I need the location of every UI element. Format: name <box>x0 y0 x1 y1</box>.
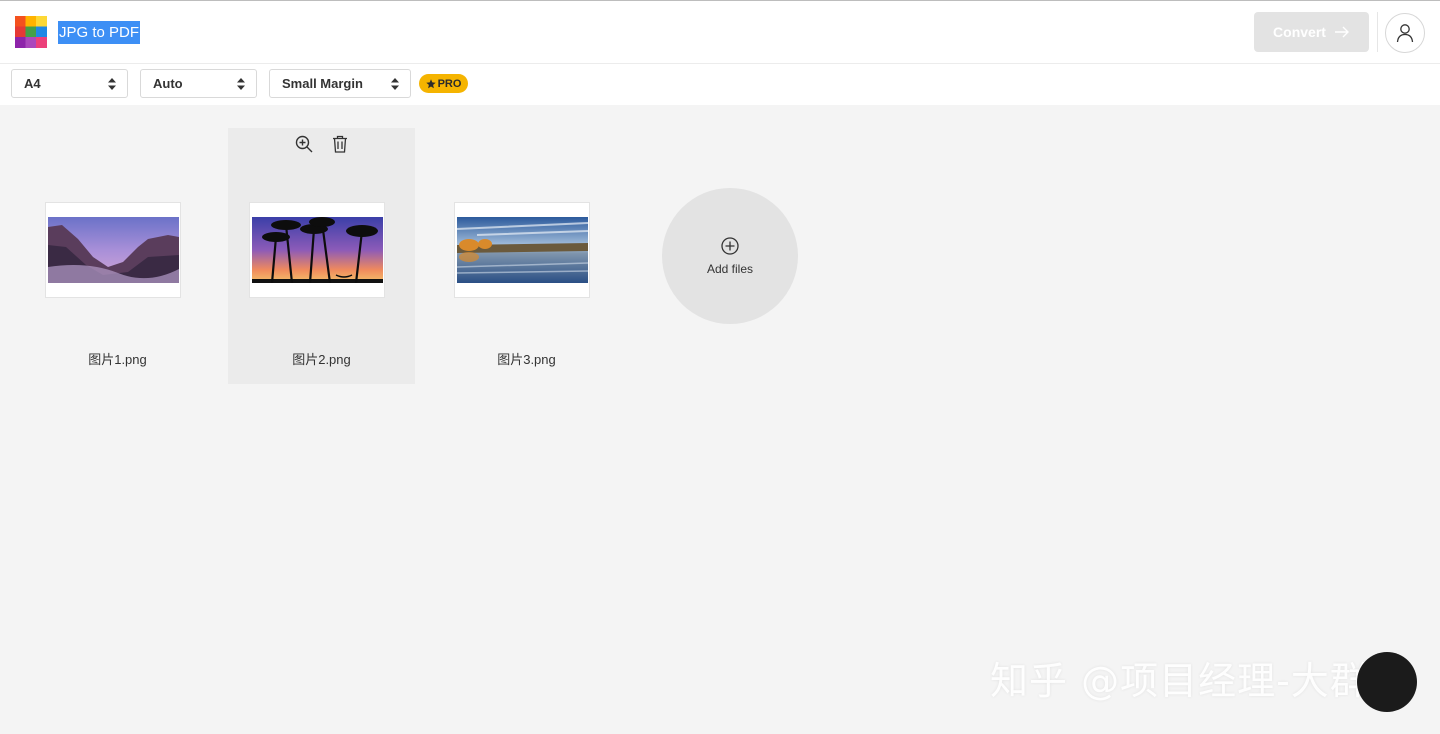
file-card[interactable]: 图片1.png <box>24 128 211 384</box>
file-card[interactable]: 图片3.png <box>433 128 620 384</box>
file-thumbnail-frame <box>249 202 385 298</box>
orientation-select[interactable]: Auto <box>140 69 257 98</box>
file-thumbnail-image <box>251 217 383 283</box>
zoom-in-icon[interactable] <box>294 134 314 154</box>
plus-circle-icon <box>721 237 739 255</box>
page-size-value: A4 <box>24 76 41 91</box>
margin-select[interactable]: Small Margin <box>269 69 411 98</box>
add-files-button[interactable]: Add files <box>662 188 798 324</box>
watermark-text: 知乎 @项目经理-大群 <box>990 659 1369 703</box>
orientation-value: Auto <box>153 76 183 91</box>
user-account-button[interactable] <box>1385 13 1425 53</box>
header-divider <box>1377 12 1378 52</box>
file-thumbnail-image <box>47 217 179 283</box>
page-size-select[interactable]: A4 <box>11 69 128 98</box>
floating-action-button[interactable] <box>1357 652 1417 712</box>
file-name: 图片1.png <box>88 352 147 367</box>
pro-label: PRO <box>437 77 462 90</box>
add-files-label: Add files <box>706 262 754 276</box>
file-name: 图片3.png <box>497 352 556 367</box>
options-toolbar: A4 Auto Small Margin PRO <box>0 64 1440 105</box>
user-icon <box>1396 24 1414 43</box>
file-thumbnail-frame <box>454 202 590 298</box>
header: JPG to PDF Convert <box>0 1 1440 64</box>
margin-value: Small Margin <box>282 76 363 91</box>
sort-arrows-icon <box>108 78 116 90</box>
file-thumbnail-image <box>456 217 588 283</box>
file-card[interactable]: 图片2.png <box>228 128 415 384</box>
pro-badge[interactable]: PRO <box>419 74 468 93</box>
trash-icon[interactable] <box>330 134 350 154</box>
file-card-actions <box>228 134 415 156</box>
sort-arrows-icon <box>237 78 245 90</box>
convert-button-label: Convert <box>1273 24 1326 40</box>
app-title: JPG to PDF <box>58 21 141 44</box>
sort-arrows-icon <box>391 78 399 90</box>
app-logo <box>15 16 47 48</box>
convert-button[interactable]: Convert <box>1254 12 1369 52</box>
file-thumbnail-frame <box>45 202 181 298</box>
arrow-right-icon <box>1334 26 1349 38</box>
star-icon <box>425 78 436 88</box>
file-name: 图片2.png <box>292 352 351 367</box>
